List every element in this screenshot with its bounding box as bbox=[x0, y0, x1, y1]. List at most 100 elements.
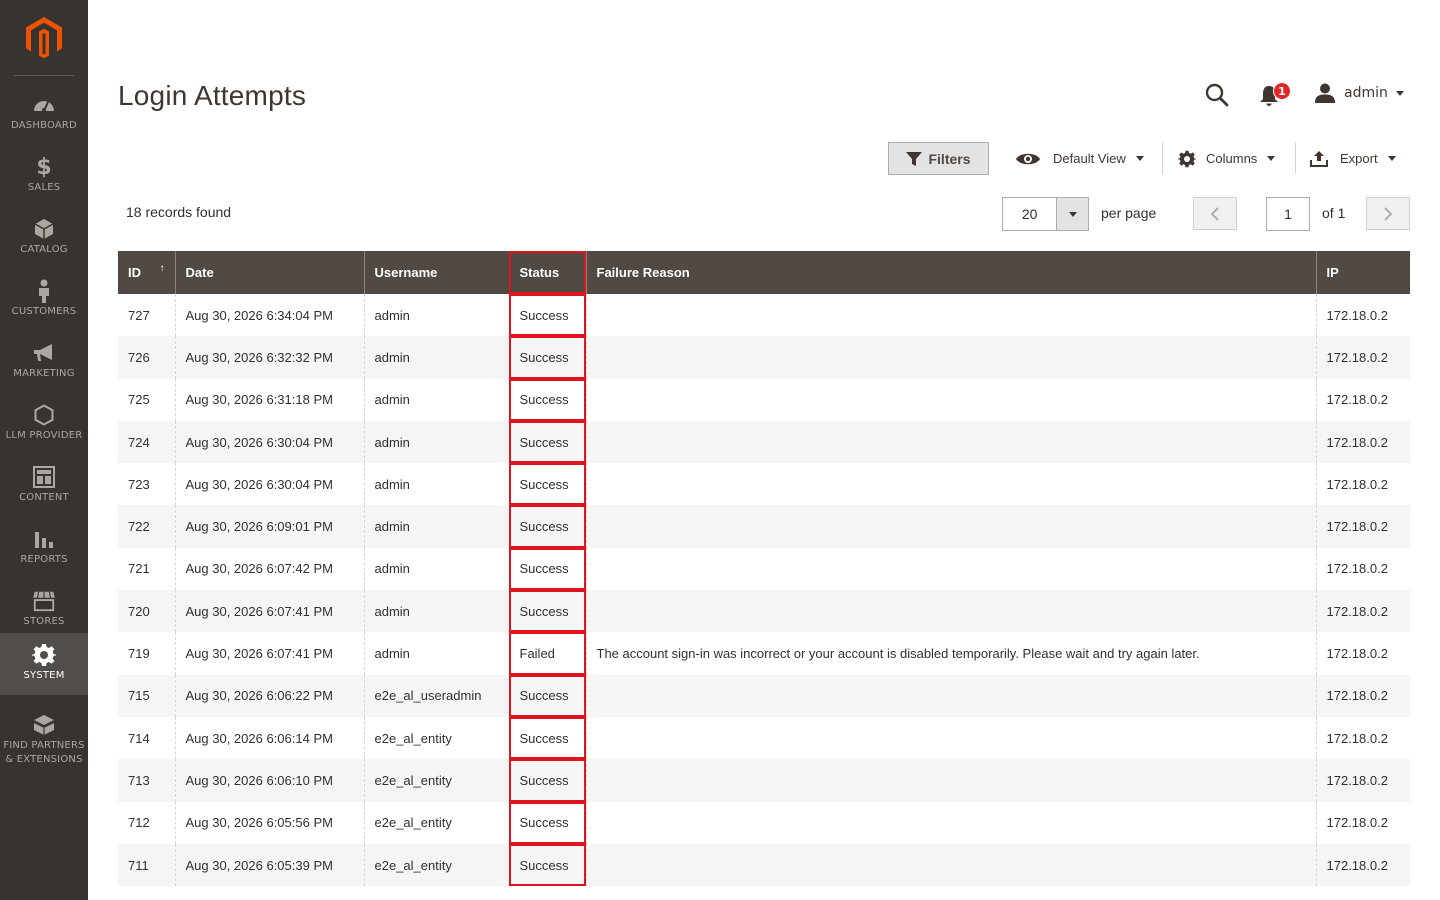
cell-username: e2e_al_entity bbox=[363, 716, 509, 760]
table-row[interactable]: 712 Aug 30, 2026 6:05:56 PM e2e_al_entity S… bbox=[118, 801, 1410, 844]
sidebar-item-reports[interactable]: Reports bbox=[0, 520, 88, 582]
cell-failure-reason bbox=[585, 759, 1316, 802]
filters-button[interactable]: Filters bbox=[888, 142, 989, 175]
table-row[interactable]: 721 Aug 30, 2026 6:07:42 PM admin Success 17… bbox=[118, 547, 1410, 591]
cell-username: admin bbox=[363, 547, 509, 591]
cell-username: admin bbox=[363, 590, 509, 633]
export-dropdown[interactable]: Export bbox=[1310, 142, 1396, 175]
cell-date: Aug 30, 2026 6:30:04 PM bbox=[174, 420, 364, 464]
table-row[interactable]: 713 Aug 30, 2026 6:06:10 PM e2e_al_entity S… bbox=[118, 759, 1410, 802]
cell-failure-reason bbox=[585, 547, 1316, 591]
sidebar-item-label: Sales bbox=[27, 182, 61, 193]
column-header-id[interactable]: ID ↑ bbox=[118, 251, 175, 294]
cell-date: Aug 30, 2026 6:07:41 PM bbox=[174, 590, 364, 633]
sidebar-item-system[interactable]: System bbox=[0, 633, 88, 695]
table-row[interactable]: 720 Aug 30, 2026 6:07:41 PM admin Success 17… bbox=[118, 590, 1410, 633]
cell-id: 724 bbox=[118, 420, 175, 464]
cell-username: admin bbox=[363, 336, 509, 379]
sidebar-item-content[interactable]: Content bbox=[0, 458, 88, 520]
cell-ip: 172.18.0.2 bbox=[1315, 294, 1410, 337]
sidebar-item-marketing[interactable]: Marketing bbox=[0, 334, 88, 396]
toolbar-divider bbox=[1295, 142, 1296, 174]
cell-username: e2e_al_entity bbox=[363, 801, 509, 844]
per-page-select[interactable]: 20 bbox=[1002, 197, 1089, 231]
next-page-button[interactable] bbox=[1366, 197, 1410, 230]
hexagon-icon bbox=[32, 403, 56, 427]
column-header-status[interactable]: Status bbox=[508, 251, 586, 294]
magento-logo-icon bbox=[26, 17, 62, 59]
sidebar-item-label: Catalog bbox=[20, 244, 68, 255]
cell-status: Success bbox=[508, 590, 586, 633]
cell-username: admin bbox=[363, 294, 509, 337]
cell-ip: 172.18.0.2 bbox=[1315, 590, 1410, 633]
view-label: Default View bbox=[1053, 151, 1126, 166]
cell-username: admin bbox=[363, 378, 509, 421]
page-number-input[interactable]: 1 bbox=[1266, 197, 1310, 231]
global-search-button[interactable] bbox=[1204, 82, 1230, 108]
filters-label: Filters bbox=[928, 150, 971, 167]
sidebar-item-label: Content bbox=[19, 492, 69, 503]
cell-username: admin bbox=[363, 505, 509, 548]
notifications-button[interactable]: 1 bbox=[1258, 82, 1292, 108]
cell-id: 721 bbox=[118, 547, 175, 591]
page-total: of 1 bbox=[1322, 205, 1346, 221]
column-header-failure-reason[interactable]: Failure Reason bbox=[585, 251, 1316, 294]
filter-icon bbox=[906, 151, 923, 166]
column-header-username[interactable]: Username bbox=[363, 251, 509, 294]
column-header-ip[interactable]: IP bbox=[1315, 251, 1410, 294]
page-title: Login Attempts bbox=[118, 80, 307, 111]
cell-failure-reason bbox=[585, 294, 1316, 337]
records-count: 18 records found bbox=[126, 204, 232, 220]
sidebar-item-label: LLM Provider bbox=[5, 430, 83, 441]
column-header-date[interactable]: Date bbox=[174, 251, 364, 294]
cell-username: e2e_al_entity bbox=[363, 843, 509, 887]
logo-divider bbox=[14, 75, 74, 76]
gear-icon bbox=[1178, 150, 1196, 167]
table-row[interactable]: 715 Aug 30, 2026 6:06:22 PM e2e_al_useradm… bbox=[118, 674, 1410, 717]
admin-sidebar: Dashboard $ Sales Catalog Customers Mark… bbox=[0, 0, 88, 900]
table-row[interactable]: 714 Aug 30, 2026 6:06:14 PM e2e_al_entity S… bbox=[118, 716, 1410, 760]
per-page-label: per page bbox=[1101, 205, 1157, 221]
cell-date: Aug 30, 2026 6:05:56 PM bbox=[174, 801, 364, 844]
table-row[interactable]: 711 Aug 30, 2026 6:05:39 PM e2e_al_entity S… bbox=[118, 843, 1410, 887]
per-page-value[interactable]: 20 bbox=[1003, 198, 1056, 230]
cell-id: 714 bbox=[118, 716, 175, 760]
table-row[interactable]: 727 Aug 30, 2026 6:34:04 PM admin Success 17… bbox=[118, 294, 1410, 337]
eye-icon bbox=[1016, 153, 1040, 164]
sidebar-item-sales[interactable]: $ Sales bbox=[0, 148, 88, 210]
cell-date: Aug 30, 2026 6:34:04 PM bbox=[174, 294, 364, 337]
magento-logo[interactable] bbox=[0, 0, 88, 76]
table-row[interactable]: 723 Aug 30, 2026 6:30:04 PM admin Success 17… bbox=[118, 463, 1410, 506]
cell-ip: 172.18.0.2 bbox=[1315, 547, 1410, 591]
sidebar-item-label: Find Partners & Extensions bbox=[3, 740, 85, 765]
sidebar-item-llm-provider[interactable]: LLM Provider bbox=[0, 396, 88, 458]
grid-header-row: ID ↑ Date Username Status Failure Reason … bbox=[118, 251, 1410, 294]
sidebar-item-find-partners[interactable]: Find Partners & Extensions bbox=[0, 706, 88, 768]
view-dropdown[interactable]: Default View bbox=[1016, 142, 1144, 175]
cell-username: admin bbox=[363, 463, 509, 506]
user-icon bbox=[1315, 83, 1335, 103]
cell-failure-reason bbox=[585, 674, 1316, 717]
sidebar-item-customers[interactable]: Customers bbox=[0, 272, 88, 334]
bar-chart-icon bbox=[32, 527, 56, 551]
table-row[interactable]: 724 Aug 30, 2026 6:30:04 PM admin Success 17… bbox=[118, 420, 1410, 464]
per-page-dropdown-button[interactable] bbox=[1056, 198, 1088, 230]
chevron-down-icon bbox=[1395, 90, 1404, 96]
sidebar-item-dashboard[interactable]: Dashboard bbox=[0, 86, 88, 148]
cell-status: Failed bbox=[508, 632, 586, 675]
sidebar-item-catalog[interactable]: Catalog bbox=[0, 210, 88, 272]
table-row[interactable]: 719 Aug 30, 2026 6:07:41 PM admin Failed The… bbox=[118, 632, 1410, 675]
table-row[interactable]: 722 Aug 30, 2026 6:09:01 PM admin Success 17… bbox=[118, 505, 1410, 548]
cell-status: Success bbox=[508, 336, 586, 379]
table-row[interactable]: 725 Aug 30, 2026 6:31:18 PM admin Success 17… bbox=[118, 378, 1410, 421]
cell-id: 725 bbox=[118, 378, 175, 421]
cell-status: Success bbox=[508, 547, 586, 591]
columns-dropdown[interactable]: Columns bbox=[1178, 142, 1276, 175]
admin-user-menu[interactable]: admin bbox=[1314, 82, 1404, 104]
cell-failure-reason bbox=[585, 336, 1316, 379]
table-row[interactable]: 726 Aug 30, 2026 6:32:32 PM admin Success 17… bbox=[118, 336, 1410, 379]
cell-ip: 172.18.0.2 bbox=[1315, 336, 1410, 379]
cell-id: 719 bbox=[118, 632, 175, 675]
previous-page-button[interactable] bbox=[1193, 197, 1237, 230]
toolbar-divider bbox=[1162, 142, 1163, 174]
